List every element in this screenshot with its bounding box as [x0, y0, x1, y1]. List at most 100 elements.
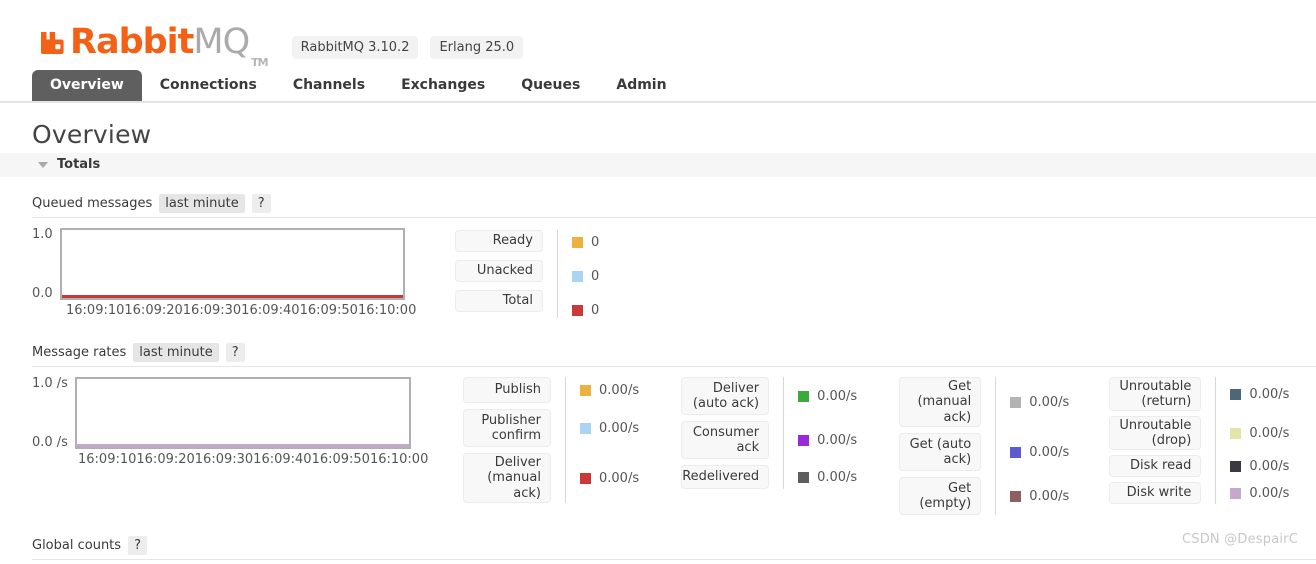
tab-queues[interactable]: Queues: [503, 70, 598, 101]
legend-button-get-manual-ack[interactable]: Get (manual ack): [899, 377, 982, 427]
x-tick: 16:09:20: [124, 303, 183, 318]
y-tick-max: 1.0: [32, 227, 53, 242]
message-rates-header: Message rates last minute ?: [32, 343, 1316, 367]
legend-values: 0.00/s 0.00/s 0.00/s: [1010, 377, 1069, 515]
legend-divider: [1215, 377, 1217, 504]
swatch-icon: [798, 471, 810, 483]
swatch-icon: [798, 390, 810, 402]
tab-channels[interactable]: Channels: [275, 70, 383, 101]
legend-value-disk-read: 0.00/s: [1230, 455, 1289, 477]
legend-button-publish[interactable]: Publish: [463, 377, 551, 403]
legend-value-text: 0.00/s: [1029, 394, 1070, 410]
legend-button-publisher-confirm[interactable]: Publisher confirm: [463, 409, 551, 447]
message-rates-x-axis: 16:09:10 16:09:20 16:09:30 16:09:40 16:0…: [78, 449, 428, 467]
logo-trademark: TM: [251, 55, 268, 69]
x-tick: 16:09:40: [241, 303, 300, 318]
legend-names: Get (manual ack) Get (auto ack) Get (emp…: [899, 377, 982, 515]
legend-button-get-auto-ack[interactable]: Get (auto ack): [899, 433, 982, 471]
legend-value-deliver-auto-ack: 0.00/s: [798, 377, 857, 415]
legend-value-text: 0.00/s: [1249, 485, 1290, 501]
x-tick: 16:09:10: [78, 452, 137, 467]
legend-button-total[interactable]: Total: [455, 290, 543, 312]
legend-value-consumer-ack: 0.00/s: [798, 421, 857, 459]
totals-section-label: Totals: [57, 157, 101, 172]
legend-divider: [557, 230, 558, 318]
legend-value-get-auto-ack: 0.00/s: [1010, 433, 1069, 471]
queued-messages-chart: 1.0 0.0 16:09:10 16:09:20 16:09:30 16:09…: [32, 228, 416, 318]
totals-section-header[interactable]: Totals: [0, 153, 1316, 177]
swatch-icon: [1010, 396, 1022, 408]
message-rates-chart-block: 1.0 /s 0.0 /s 16:09:10 16:09:20 16:09:30…: [32, 377, 1316, 515]
rabbitmq-logo-icon: [38, 27, 68, 57]
x-tick: 16:09:30: [194, 452, 254, 467]
tab-overview[interactable]: Overview: [32, 70, 142, 101]
legend-button-redelivered[interactable]: Redelivered: [681, 465, 770, 489]
x-tick: 16:09:50: [299, 303, 358, 318]
swatch-icon: [580, 472, 591, 484]
legend-value-get-manual-ack: 0.00/s: [1010, 377, 1069, 427]
queued-messages-plot-area: [59, 228, 405, 300]
tab-admin[interactable]: Admin: [598, 70, 684, 101]
message-rates-chart: 1.0 /s 0.0 /s 16:09:10 16:09:20 16:09:30…: [32, 377, 428, 467]
logo-text-rabbit: Rabbit: [70, 21, 194, 62]
legend-value-text: 0.00/s: [599, 382, 640, 398]
global-counts-help-icon[interactable]: ?: [128, 536, 147, 555]
legend-names: Unroutable (return) Unroutable (drop) Di…: [1109, 377, 1202, 504]
message-rates-help-icon[interactable]: ?: [225, 343, 245, 362]
rabbitmq-logo-link[interactable]: RabbitMQTM: [38, 21, 269, 68]
queued-messages-zero-line: [61, 295, 403, 298]
legend-button-unroutable-drop[interactable]: Unroutable (drop): [1109, 416, 1202, 450]
queued-messages-chart-block: 1.0 0.0 16:09:10 16:09:20 16:09:30 16:09…: [32, 228, 1316, 318]
legend-value-deliver-manual-ack: 0.00/s: [580, 453, 639, 503]
swatch-icon: [572, 237, 583, 248]
message-rates-period-chip[interactable]: last minute: [133, 343, 219, 362]
message-rates-legend-column-2: Deliver (auto ack) Consumer ack Redelive…: [681, 377, 857, 489]
legend-value-unacked: 0: [572, 269, 599, 284]
legend-value-text: 0.00/s: [1249, 386, 1290, 402]
message-rates-legend-column-4: Unroutable (return) Unroutable (drop) Di…: [1109, 377, 1289, 504]
legend-value-publisher-confirm: 0.00/s: [580, 409, 639, 447]
legend-value-get-empty: 0.00/s: [1010, 477, 1069, 515]
y-tick-min: 0.0 /s: [32, 435, 68, 450]
version-badges: RabbitMQ 3.10.2 Erlang 25.0: [291, 35, 524, 59]
legend-button-ready[interactable]: Ready: [455, 230, 543, 252]
legend-button-unacked[interactable]: Unacked: [455, 260, 543, 282]
chevron-down-icon: [38, 161, 48, 168]
swatch-icon: [1230, 388, 1242, 400]
message-rates-label: Message rates: [32, 345, 127, 360]
swatch-icon: [580, 384, 591, 396]
legend-button-disk-write[interactable]: Disk write: [1109, 482, 1202, 504]
queued-messages-period-chip[interactable]: last minute: [159, 194, 245, 213]
legend-button-disk-read[interactable]: Disk read: [1109, 455, 1202, 477]
legend-button-deliver-auto-ack[interactable]: Deliver (auto ack): [681, 377, 770, 415]
x-tick: 16:09:20: [136, 452, 195, 467]
swatch-icon: [1230, 487, 1242, 499]
legend-value-text: 0.00/s: [1029, 488, 1070, 504]
tab-exchanges[interactable]: Exchanges: [383, 70, 503, 101]
legend-button-consumer-ack[interactable]: Consumer ack: [681, 421, 770, 459]
legend-value-text: 0.00/s: [817, 432, 858, 448]
queued-messages-label: Queued messages: [32, 196, 153, 211]
legend-value-text: 0.00/s: [1249, 425, 1290, 441]
tab-connections[interactable]: Connections: [142, 70, 275, 101]
queued-messages-legend-values: 0 0 0: [572, 230, 599, 318]
app-header: RabbitMQTM RabbitMQ 3.10.2 Erlang 25.0: [0, 0, 1316, 70]
swatch-icon: [1230, 427, 1242, 439]
queued-messages-y-axis: 1.0 0.0: [32, 228, 60, 300]
queued-messages-help-icon[interactable]: ?: [251, 194, 271, 213]
queued-messages-legend: Ready Unacked Total 0 0 0: [455, 230, 599, 318]
swatch-icon: [1010, 490, 1022, 502]
legend-value-redelivered: 0.00/s: [798, 465, 857, 489]
legend-button-unroutable-return[interactable]: Unroutable (return): [1109, 377, 1202, 411]
legend-values: 0.00/s 0.00/s 0.00/s: [798, 377, 857, 489]
swatch-icon: [1230, 460, 1242, 472]
legend-value-text: 0.00/s: [599, 470, 640, 486]
badge-erlang-version: Erlang 25.0: [430, 35, 524, 59]
legend-button-deliver-manual-ack[interactable]: Deliver (manual ack): [463, 453, 551, 503]
main-navigation: Overview Connections Channels Exchanges …: [0, 70, 1316, 103]
legend-value-unroutable-return: 0.00/s: [1230, 377, 1289, 411]
legend-button-get-empty[interactable]: Get (empty): [899, 477, 982, 515]
global-counts-label: Global counts: [32, 538, 122, 553]
legend-values: 0.00/s 0.00/s 0.00/s 0.00/s: [1230, 377, 1289, 504]
swatch-icon: [1010, 446, 1022, 458]
